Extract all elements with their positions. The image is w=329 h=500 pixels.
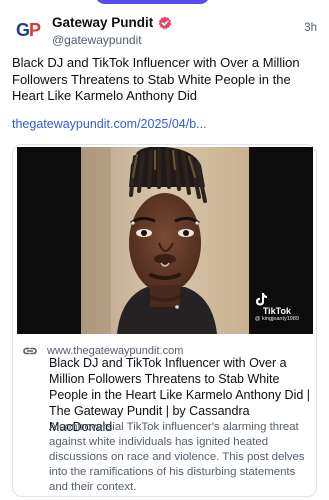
author-info: Gateway Pundit @gatewaypundit bbox=[52, 14, 172, 47]
author-handle[interactable]: @gatewaypundit bbox=[52, 33, 172, 47]
tiktok-watermark-user: @ kingjeanty1989 bbox=[254, 316, 299, 322]
card-thumbnail[interactable]: TikTok @ kingjeanty1989 bbox=[17, 147, 313, 334]
link-preview-card[interactable]: TikTok @ kingjeanty1989 www.thegatewaypu… bbox=[12, 144, 317, 497]
tiktok-watermark: TikTok @ kingjeanty1989 bbox=[255, 293, 299, 322]
post-timestamp[interactable]: 3h bbox=[304, 22, 317, 34]
display-name-row: Gateway Pundit bbox=[52, 14, 172, 31]
post: GP Gateway Pundit @gatewaypundit 3h Blac… bbox=[0, 0, 329, 500]
post-text: Black DJ and TikTok Influencer with Over… bbox=[12, 55, 300, 104]
avatar-logo: GP bbox=[15, 19, 41, 40]
card-description: A controversial TikTok influencer's alar… bbox=[49, 421, 305, 494]
tiktok-watermark-app: TikTok bbox=[262, 306, 292, 316]
tiktok-logo-icon bbox=[255, 293, 267, 306]
link-icon bbox=[23, 344, 37, 358]
verified-badge-icon bbox=[158, 16, 172, 30]
post-header: GP Gateway Pundit @gatewaypundit 3h bbox=[12, 14, 317, 50]
author-display-name[interactable]: Gateway Pundit bbox=[52, 15, 153, 30]
post-link[interactable]: thegatewaypundit.com/2025/04/b... bbox=[12, 117, 207, 131]
avatar[interactable]: GP bbox=[12, 14, 44, 46]
